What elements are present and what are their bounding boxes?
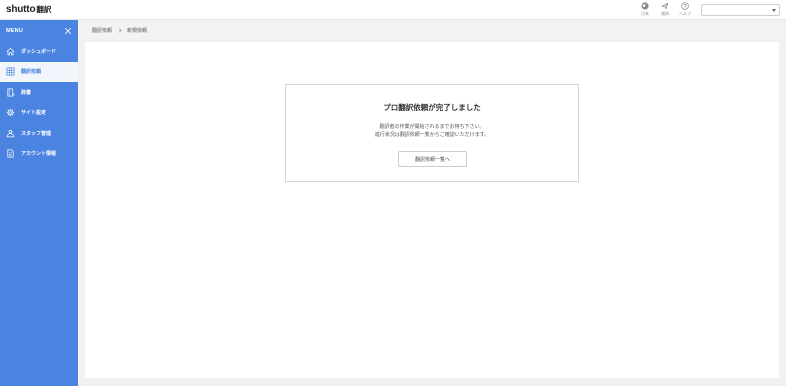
sidebar-item-label: 辞書 <box>21 89 32 96</box>
help-label: ヘルプ <box>679 11 691 16</box>
sidebar-header: MENU <box>0 20 78 41</box>
app-logo[interactable]: shutto 翻訳 <box>6 4 51 16</box>
sidebar-item-label: サイト設定 <box>21 110 47 117</box>
sidebar-item-site-settings[interactable]: サイト設定 <box>0 103 78 124</box>
breadcrumb: 翻訳依頼 新規依頼 <box>92 27 147 34</box>
completion-message-line-2: 進行状況は翻訳依頼一覧からご確認いただけます。 <box>374 132 490 138</box>
sidebar-item-account[interactable]: アカウント情報 <box>0 144 78 165</box>
chevron-down-icon <box>772 9 776 12</box>
logo-text-ja: 翻訳 <box>36 5 52 14</box>
completion-card: プロ翻訳依頼が完了しました 翻訳者の作業が開始されるまでお待ち下さい。 進行状況… <box>285 84 579 182</box>
home-icon <box>6 47 15 56</box>
language-label: 日本 <box>641 11 649 16</box>
help-button[interactable]: ヘルプ <box>675 2 695 16</box>
logo-text-en: shutto <box>6 4 36 15</box>
sidebar-item-dictionary[interactable]: 辞書 <box>0 82 78 103</box>
sidebar-item-label: 翻訳依頼 <box>21 69 42 76</box>
breadcrumb-link-translation-request[interactable]: 翻訳依頼 <box>92 27 112 34</box>
document-icon <box>7 149 14 158</box>
notification-button[interactable]: 通知 <box>655 2 675 16</box>
translation-list-button[interactable]: 翻訳依頼一覧へ <box>398 151 467 167</box>
help-icon <box>681 2 689 10</box>
language-icon <box>641 2 649 10</box>
staff-icon <box>6 129 15 138</box>
language-button[interactable]: 日本 <box>635 2 655 16</box>
sidebar-item-staff[interactable]: スタッフ管理 <box>0 123 78 144</box>
sidebar-item-translation-request[interactable]: 翻訳依頼 <box>0 61 78 82</box>
close-icon[interactable] <box>64 27 72 35</box>
site-select[interactable] <box>701 4 780 16</box>
notification-icon <box>661 2 669 10</box>
chevron-right-icon <box>117 28 122 33</box>
book-icon <box>7 88 15 97</box>
sidebar: MENU ダッシュボード 翻訳依頼 辞書 サイト設定 スタッフ管理 アカウント情… <box>0 20 78 386</box>
completion-message: 翻訳者の作業が開始されるまでお待ち下さい。 進行状況は翻訳依頼一覧からご確認いた… <box>286 123 578 139</box>
gear-icon <box>6 108 15 117</box>
sidebar-item-label: スタッフ管理 <box>21 130 52 137</box>
top-header: shutto 翻訳 日本 通知 ヘルプ <box>0 0 786 20</box>
notification-label: 通知 <box>661 11 669 16</box>
grid-icon <box>6 67 15 76</box>
sidebar-item-label: アカウント情報 <box>21 151 57 158</box>
sidebar-item-label: ダッシュボード <box>21 48 57 55</box>
sidebar-item-dashboard[interactable]: ダッシュボード <box>0 41 78 62</box>
completion-message-line-1: 翻訳者の作業が開始されるまでお待ち下さい。 <box>379 124 485 130</box>
breadcrumb-current: 新規依頼 <box>127 28 148 34</box>
sidebar-title: MENU <box>6 27 23 34</box>
completion-title: プロ翻訳依頼が完了しました <box>383 103 481 112</box>
